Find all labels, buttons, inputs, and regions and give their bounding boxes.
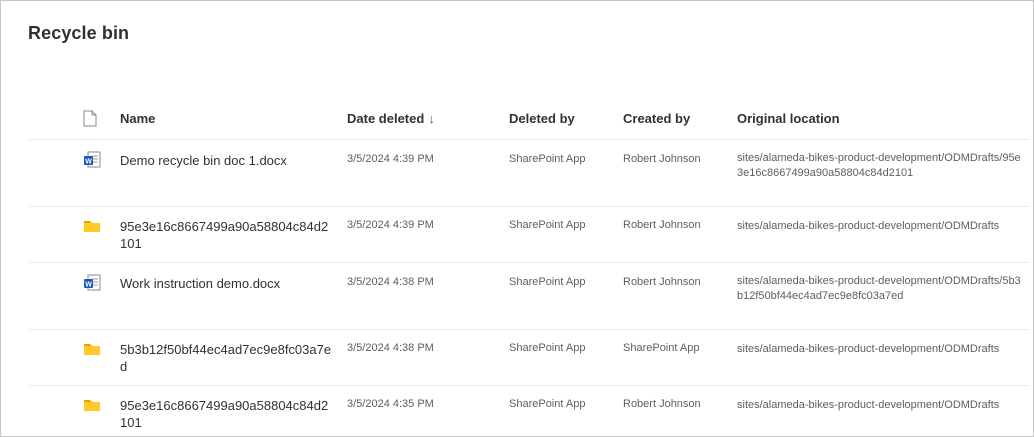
- deleted-by: SharePoint App: [509, 342, 586, 354]
- column-header-created-by[interactable]: Created by: [623, 111, 690, 126]
- folder-name[interactable]: 5b3b12f50bf44ec4ad7ec9e8fc03a7ed: [120, 341, 335, 375]
- created-by: Robert Johnson: [623, 276, 701, 288]
- created-by: Robert Johnson: [623, 219, 701, 231]
- original-location: sites/alameda-bikes-product-development/…: [737, 275, 1021, 302]
- table-row[interactable]: W Demo recycle bin doc 1.docx 3/5/2024 4…: [29, 140, 1029, 207]
- deleted-by: SharePoint App: [509, 219, 586, 231]
- table-row[interactable]: W Work instruction demo.docx 3/5/2024 4:…: [29, 263, 1029, 330]
- file-name[interactable]: Work instruction demo.docx: [120, 275, 335, 292]
- original-location: sites/alameda-bikes-product-development/…: [737, 399, 1000, 411]
- file-type-icon: [83, 110, 97, 127]
- column-header-name[interactable]: Name: [120, 111, 155, 126]
- original-location: sites/alameda-bikes-product-development/…: [737, 152, 1021, 179]
- folder-icon: [83, 341, 101, 362]
- folder-name[interactable]: 95e3e16c8667499a90a58804c84d2101: [120, 397, 335, 431]
- word-doc-icon: W: [83, 274, 101, 297]
- recycle-bin-page: Recycle bin Name Date deleted ↓ Deleted b…: [0, 0, 1034, 437]
- folder-icon: [83, 397, 101, 418]
- column-header-original-location[interactable]: Original location: [737, 111, 840, 126]
- deleted-by: SharePoint App: [509, 276, 586, 288]
- svg-text:W: W: [85, 281, 92, 288]
- created-by: Robert Johnson: [623, 153, 701, 165]
- page-title: Recycle bin: [28, 23, 130, 43]
- date-deleted: 3/5/2024 4:39 PM: [347, 219, 434, 231]
- created-by: SharePoint App: [623, 342, 700, 354]
- file-type-column-header[interactable]: [83, 110, 97, 130]
- table-row[interactable]: 95e3e16c8667499a90a58804c84d2101 3/5/202…: [29, 207, 1029, 263]
- table-header: Name Date deleted ↓ Deleted by Created by…: [29, 101, 1029, 140]
- svg-text:W: W: [85, 158, 92, 165]
- date-deleted: 3/5/2024 4:39 PM: [347, 153, 434, 165]
- file-name[interactable]: Demo recycle bin doc 1.docx: [120, 152, 335, 169]
- original-location: sites/alameda-bikes-product-development/…: [737, 220, 1000, 232]
- column-header-date-deleted-label: Date deleted: [347, 111, 425, 126]
- column-header-date-deleted[interactable]: Date deleted ↓: [347, 111, 435, 126]
- date-deleted: 3/5/2024 4:38 PM: [347, 342, 434, 354]
- column-header-deleted-by[interactable]: Deleted by: [509, 111, 575, 126]
- folder-name[interactable]: 95e3e16c8667499a90a58804c84d2101: [120, 218, 335, 252]
- created-by: Robert Johnson: [623, 398, 701, 410]
- folder-icon: [83, 218, 101, 239]
- word-doc-icon: W: [83, 151, 101, 174]
- deleted-by: SharePoint App: [509, 398, 586, 410]
- date-deleted: 3/5/2024 4:35 PM: [347, 398, 434, 410]
- date-deleted: 3/5/2024 4:38 PM: [347, 276, 434, 288]
- recycle-bin-table: Name Date deleted ↓ Deleted by Created by…: [29, 101, 1029, 436]
- table-row[interactable]: 5b3b12f50bf44ec4ad7ec9e8fc03a7ed 3/5/202…: [29, 330, 1029, 386]
- table-row[interactable]: 95e3e16c8667499a90a58804c84d2101 3/5/202…: [29, 386, 1029, 436]
- deleted-by: SharePoint App: [509, 153, 586, 165]
- sort-descending-icon: ↓: [428, 111, 435, 126]
- original-location: sites/alameda-bikes-product-development/…: [737, 343, 1000, 355]
